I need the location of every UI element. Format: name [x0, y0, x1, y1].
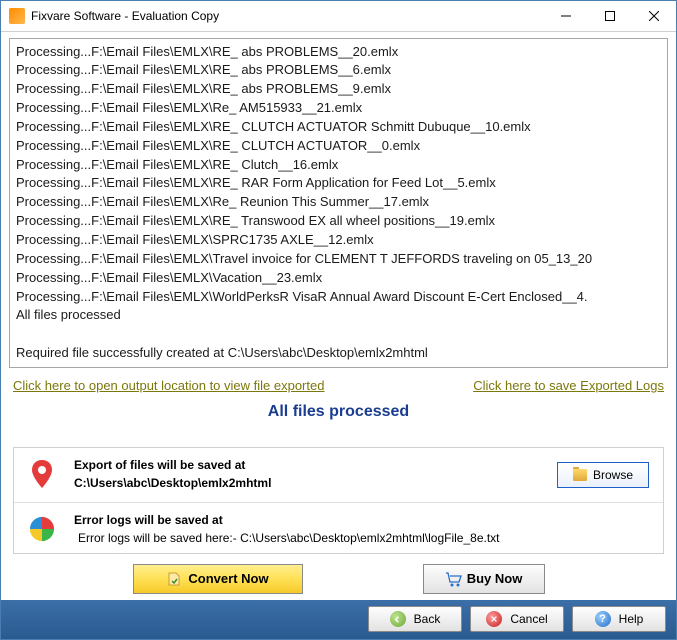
back-button[interactable]: Back	[368, 606, 462, 632]
location-pin-icon	[28, 460, 56, 488]
close-button[interactable]	[632, 1, 676, 30]
errorlog-label: Error logs will be saved at	[74, 513, 649, 527]
convert-label: Convert Now	[188, 571, 268, 586]
log-line: Processing...F:\Email Files\EMLX\RE_ RAR…	[16, 174, 661, 193]
browse-button[interactable]: Browse	[557, 462, 649, 488]
help-label: Help	[619, 612, 644, 626]
help-button[interactable]: ? Help	[572, 606, 666, 632]
titlebar: Fixvare Software - Evaluation Copy	[1, 1, 676, 31]
log-line: Processing...F:\Email Files\EMLX\RE_ Tra…	[16, 212, 661, 231]
export-path: C:\Users\abc\Desktop\emlx2mhtml	[74, 476, 557, 490]
log-line: Processing...F:\Email Files\EMLX\RE_ CLU…	[16, 118, 661, 137]
log-line: Processing...F:\Email Files\EMLX\RE_ abs…	[16, 61, 661, 80]
cancel-label: Cancel	[510, 612, 547, 626]
back-label: Back	[414, 612, 441, 626]
folder-icon	[573, 469, 587, 481]
log-line: All files processed	[16, 306, 661, 325]
cart-icon	[445, 572, 461, 586]
log-line: Processing...F:\Email Files\EMLX\WorldPe…	[16, 288, 661, 307]
app-icon	[9, 8, 25, 24]
log-line: Processing...F:\Email Files\EMLX\Re_ Reu…	[16, 193, 661, 212]
buy-now-button[interactable]: Buy Now	[423, 564, 545, 594]
log-line: Processing...F:\Email Files\EMLX\RE_ abs…	[16, 80, 661, 99]
status-message: All files processed	[9, 399, 668, 447]
log-line: Processing...F:\Email Files\EMLX\RE_ Clu…	[16, 156, 661, 175]
footer-bar: Back Cancel ? Help	[1, 600, 676, 639]
log-line: Processing...F:\Email Files\EMLX\Travel …	[16, 250, 661, 269]
cancel-button[interactable]: Cancel	[470, 606, 564, 632]
errorlog-path: Error logs will be saved here:- C:\Users…	[74, 531, 649, 545]
chart-pie-icon	[28, 515, 56, 543]
save-logs-link[interactable]: Click here to save Exported Logs	[473, 378, 664, 393]
arrow-left-icon	[390, 611, 406, 627]
maximize-button[interactable]	[588, 1, 632, 30]
log-line: Processing...F:\Email Files\EMLX\SPRC173…	[16, 231, 661, 250]
app-window: Fixvare Software - Evaluation Copy Proce…	[0, 0, 677, 640]
window-title: Fixvare Software - Evaluation Copy	[31, 9, 544, 23]
error-log-row: Error logs will be saved at Error logs w…	[14, 502, 663, 553]
log-line	[16, 325, 661, 344]
settings-panel: Export of files will be saved at C:\User…	[13, 447, 664, 554]
open-output-link[interactable]: Click here to open output location to vi…	[13, 378, 324, 393]
log-line: Required file successfully created at C:…	[16, 344, 661, 363]
buy-label: Buy Now	[467, 571, 523, 586]
minimize-button[interactable]	[544, 1, 588, 30]
convert-icon	[166, 571, 182, 587]
log-line: Processing...F:\Email Files\EMLX\Re_ AM5…	[16, 99, 661, 118]
export-label: Export of files will be saved at	[74, 458, 557, 472]
export-location-row: Export of files will be saved at C:\User…	[14, 448, 663, 502]
convert-now-button[interactable]: Convert Now	[133, 564, 303, 594]
processing-log[interactable]: Processing...F:\Email Files\EMLX\RE_ abs…	[9, 38, 668, 368]
log-line: Processing...F:\Email Files\EMLX\Vacatio…	[16, 269, 661, 288]
log-line: Processing...F:\Email Files\EMLX\RE_ abs…	[16, 43, 661, 62]
log-line: Processing...F:\Email Files\EMLX\RE_ CLU…	[16, 137, 661, 156]
help-icon: ?	[595, 611, 611, 627]
browse-label: Browse	[593, 468, 633, 482]
cancel-icon	[486, 611, 502, 627]
